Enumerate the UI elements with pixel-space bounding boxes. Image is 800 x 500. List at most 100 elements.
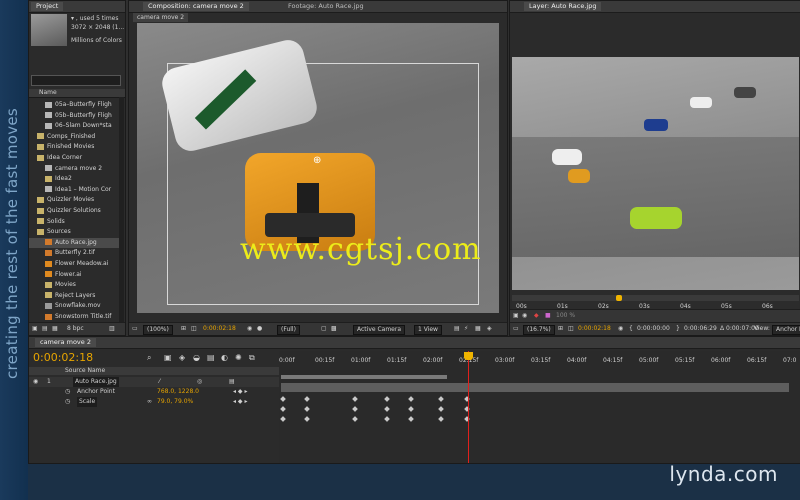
flowchart-icon[interactable]: ◈ bbox=[487, 325, 492, 333]
project-item[interactable]: 05a–Butterfly Fligh bbox=[29, 100, 121, 110]
project-item[interactable]: camera move 2 bbox=[29, 164, 121, 174]
keyframe-icon[interactable] bbox=[384, 396, 390, 402]
fast-previews-icon[interactable]: ⚡ bbox=[464, 325, 468, 333]
opacity-percent[interactable]: 100 % bbox=[556, 312, 575, 320]
comp-viewer[interactable]: ⊕ bbox=[137, 23, 499, 313]
record-icon[interactable]: ◉ bbox=[522, 312, 527, 320]
resolution-dropdown[interactable]: (Full) bbox=[277, 325, 300, 335]
timeline-graph-area[interactable]: 0:00f 00:15f 01:00f 01:15f 02:00f 02:15f 03:00… bbox=[279, 351, 800, 463]
keyframe-icon[interactable] bbox=[438, 406, 444, 412]
tab-layer[interactable]: Layer: Auto Race.jpg bbox=[524, 2, 602, 11]
keyframe-icon[interactable] bbox=[384, 416, 390, 422]
layer-snapshot-icon[interactable]: ◉ bbox=[618, 325, 623, 333]
project-item[interactable]: 06–Slam Down*sta bbox=[29, 121, 121, 131]
view-layout-dropdown[interactable]: 1 View bbox=[414, 325, 442, 335]
keyframe-icon[interactable] bbox=[352, 396, 358, 402]
layer-parent-icon[interactable]: ◎ bbox=[197, 377, 202, 387]
tab-composition[interactable]: Composition: camera move 2 bbox=[143, 2, 249, 11]
anchor-point-crosshair-icon[interactable]: ⊕ bbox=[313, 155, 321, 166]
layer-mask-icon[interactable]: ◫ bbox=[568, 325, 574, 333]
project-item[interactable]: Solids bbox=[29, 217, 121, 227]
mask-icon[interactable]: ◫ bbox=[191, 325, 197, 333]
current-time-display[interactable]: 0:00:02:18 bbox=[203, 325, 236, 333]
search-layer-icon[interactable]: ⌕ bbox=[147, 353, 151, 363]
project-item[interactable]: Idea1 – Motion Cor bbox=[29, 185, 121, 195]
project-item[interactable]: Auto Race.jpg bbox=[29, 237, 121, 248]
timeline-current-time[interactable]: 0:00:02:18 bbox=[33, 351, 93, 364]
keyframe-icon[interactable] bbox=[304, 396, 310, 402]
layer-duration-bar[interactable] bbox=[281, 383, 789, 392]
keyframe-icon[interactable] bbox=[352, 416, 358, 422]
tab-footage[interactable]: Footage: Auto Race.jpg bbox=[283, 2, 369, 11]
transparency-grid-icon[interactable]: ▩ bbox=[331, 325, 337, 333]
keyframe-icon[interactable] bbox=[408, 416, 414, 422]
project-item[interactable]: Idea2 bbox=[29, 174, 121, 184]
tab-timeline[interactable]: camera move 2 bbox=[35, 338, 96, 347]
scale-value[interactable]: 79.0, 79.0% bbox=[157, 397, 193, 407]
always-preview-icon[interactable]: ▭ bbox=[132, 325, 138, 333]
project-item[interactable]: Movies bbox=[29, 280, 121, 290]
draft-3d-icon[interactable]: ◈ bbox=[179, 353, 185, 362]
motion-blur-icon[interactable]: ◐ bbox=[221, 353, 228, 362]
keyframe-icon[interactable] bbox=[384, 406, 390, 412]
project-item[interactable]: Flower.ai bbox=[29, 270, 121, 280]
project-item[interactable]: Reject Layers bbox=[29, 291, 121, 301]
comp-subtab[interactable]: camera move 2 bbox=[133, 13, 189, 22]
project-item[interactable]: Sources bbox=[29, 227, 121, 237]
layer-grid-icon[interactable]: ⊞ bbox=[558, 325, 563, 333]
brainstorm-icon[interactable]: ✺ bbox=[235, 353, 242, 362]
timeline-layer-row[interactable]: ◉ 1 Auto Race.jpg ⁄ ◎ ▤ bbox=[29, 377, 279, 387]
grid-icon[interactable]: ⊞ bbox=[181, 325, 186, 333]
toggle-pixel-icon[interactable]: ▤ bbox=[454, 325, 460, 333]
trash-icon[interactable]: ▥ bbox=[109, 325, 115, 333]
comp-mini-flowchart-icon[interactable]: ▣ bbox=[164, 353, 172, 362]
keyframe-icon[interactable] bbox=[408, 406, 414, 412]
color-channel-icon[interactable]: ● bbox=[257, 325, 262, 333]
frame-blending-icon[interactable]: ▤ bbox=[207, 353, 215, 362]
always-preview-icon[interactable]: ▣ bbox=[513, 312, 519, 320]
project-item[interactable]: Quizzler Movies bbox=[29, 195, 121, 205]
set-out-point-icon[interactable]: } bbox=[676, 325, 680, 333]
interpret-footage-icon[interactable]: ▣ bbox=[32, 325, 38, 333]
layer-preview-icon[interactable]: ▭ bbox=[513, 325, 519, 333]
keyframe-icon[interactable] bbox=[280, 396, 286, 402]
keyframe-icon[interactable] bbox=[280, 406, 286, 412]
keyframe-icon[interactable] bbox=[408, 396, 414, 402]
layer-switch-icon[interactable]: ⁄ bbox=[159, 377, 160, 387]
anchor-point-property-row[interactable]: ◷ Anchor Point 768.0, 1228.0 ◂ ◆ ▸ bbox=[29, 387, 279, 397]
link-icon[interactable]: ∞ bbox=[147, 397, 152, 407]
hide-shy-icon[interactable]: ◒ bbox=[193, 353, 200, 362]
keyframe-icon[interactable] bbox=[304, 416, 310, 422]
keyframe-icon[interactable] bbox=[438, 396, 444, 402]
tab-project[interactable]: Project bbox=[31, 2, 64, 11]
current-time-indicator-head[interactable] bbox=[463, 352, 473, 360]
timeline-toggle-icon[interactable]: ▦ bbox=[475, 325, 481, 333]
project-item[interactable]: Flower Meadow.ai bbox=[29, 259, 121, 269]
project-item[interactable]: Snowflake.mov bbox=[29, 301, 121, 311]
current-time-indicator[interactable] bbox=[467, 351, 469, 463]
out-point-time[interactable]: 0:00:06:29 bbox=[684, 325, 717, 333]
layer-visibility-icon[interactable]: ◉ bbox=[33, 377, 38, 387]
set-in-point-icon[interactable]: { bbox=[629, 325, 633, 333]
new-comp-icon[interactable]: ▦ bbox=[52, 325, 58, 333]
layer-name[interactable]: Auto Race.jpg bbox=[73, 377, 119, 387]
layer-zoom-dropdown[interactable]: (16.7%) bbox=[523, 325, 555, 335]
magnification-dropdown[interactable]: (100%) bbox=[143, 325, 173, 335]
project-item[interactable]: Butterfly 2.tif bbox=[29, 248, 121, 258]
project-item[interactable]: Finished Movies bbox=[29, 142, 121, 152]
layer-current-time[interactable]: 0:00:02:18 bbox=[578, 325, 611, 333]
layer-viewer[interactable] bbox=[512, 57, 799, 290]
stopwatch-icon[interactable]: ◷ bbox=[65, 397, 70, 407]
keyframe-icon[interactable] bbox=[438, 416, 444, 422]
keyframe-navigator-icon[interactable]: ◂ ◆ ▸ bbox=[233, 387, 247, 397]
layer-time-indicator[interactable] bbox=[616, 295, 622, 301]
project-item[interactable]: Comps_Finished bbox=[29, 132, 121, 142]
project-item[interactable]: Snowstorm Title.tif bbox=[29, 312, 121, 322]
new-folder-icon[interactable]: ▤ bbox=[42, 325, 48, 333]
keyframe-icon[interactable] bbox=[304, 406, 310, 412]
project-item[interactable]: 05b–Butterfly Fligh bbox=[29, 111, 121, 121]
keyframe-icon[interactable] bbox=[280, 416, 286, 422]
target-icon[interactable]: ◆ bbox=[534, 312, 539, 320]
keyframe-navigator-icon[interactable]: ◂ ◆ ▸ bbox=[233, 397, 247, 407]
channel-color-icon[interactable]: ■ bbox=[545, 312, 551, 320]
